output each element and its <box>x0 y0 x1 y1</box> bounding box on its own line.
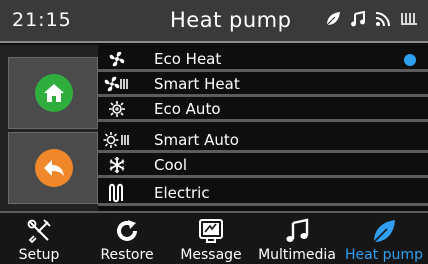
snowflake-icon <box>102 155 132 175</box>
mode-label: Eco Heat <box>154 50 222 68</box>
mode-list: Eco Heat Smart Heat Eco Auto Smart Auto … <box>98 45 428 211</box>
mode-eco-auto[interactable]: Eco Auto <box>98 97 428 122</box>
page-title: Heat pump <box>170 8 292 32</box>
mode-smart-auto[interactable]: Smart Auto <box>98 128 428 153</box>
refresh-icon <box>114 218 140 248</box>
mode-label: Electric <box>154 184 210 202</box>
side-panel <box>0 45 98 211</box>
rss-icon <box>375 11 391 27</box>
bottom-nav: Setup Restore Message Multimedia Heat pu… <box>0 211 428 264</box>
nav-label: Heat pump <box>345 247 423 263</box>
mode-label: Eco Auto <box>154 100 221 118</box>
nav-label: Setup <box>18 247 60 263</box>
tools-icon <box>26 218 52 248</box>
selected-indicator <box>404 54 416 66</box>
nav-setup[interactable]: Setup <box>0 213 78 264</box>
status-bar: 21:15 Heat pump <box>0 0 428 43</box>
leaf-icon <box>325 11 341 27</box>
back-button[interactable] <box>8 132 98 204</box>
nav-label: Message <box>180 247 242 263</box>
music-icon <box>284 218 310 248</box>
fan-heater-icon <box>102 74 132 94</box>
sun-snow-heater-icon <box>102 130 132 150</box>
status-icons <box>325 11 418 27</box>
mode-eco-heat[interactable]: Eco Heat <box>98 47 428 72</box>
music-note-icon <box>350 11 366 27</box>
leaf-icon <box>371 218 397 248</box>
heater-coil-icon <box>102 183 132 203</box>
mode-label: Smart Heat <box>154 75 240 93</box>
mode-label: Cool <box>154 156 187 174</box>
nav-restore[interactable]: Restore <box>88 213 166 264</box>
clock: 21:15 <box>12 9 72 31</box>
nav-label: Restore <box>100 247 154 263</box>
sun-snow-icon <box>102 99 132 119</box>
back-arrow-icon <box>35 149 73 187</box>
mode-label: Smart Auto <box>154 131 239 149</box>
home-icon <box>35 74 73 112</box>
nav-message[interactable]: Message <box>172 213 250 264</box>
heater-icon <box>400 11 418 27</box>
mode-smart-heat[interactable]: Smart Heat <box>98 72 428 97</box>
message-icon <box>198 218 224 248</box>
mode-electric[interactable]: Electric <box>98 181 428 206</box>
home-button[interactable] <box>8 57 98 129</box>
fan-icon <box>102 49 132 69</box>
nav-multimedia[interactable]: Multimedia <box>254 213 340 264</box>
nav-heat-pump[interactable]: Heat pump <box>340 213 428 264</box>
nav-label: Multimedia <box>258 247 336 263</box>
mode-cool[interactable]: Cool <box>98 153 428 178</box>
